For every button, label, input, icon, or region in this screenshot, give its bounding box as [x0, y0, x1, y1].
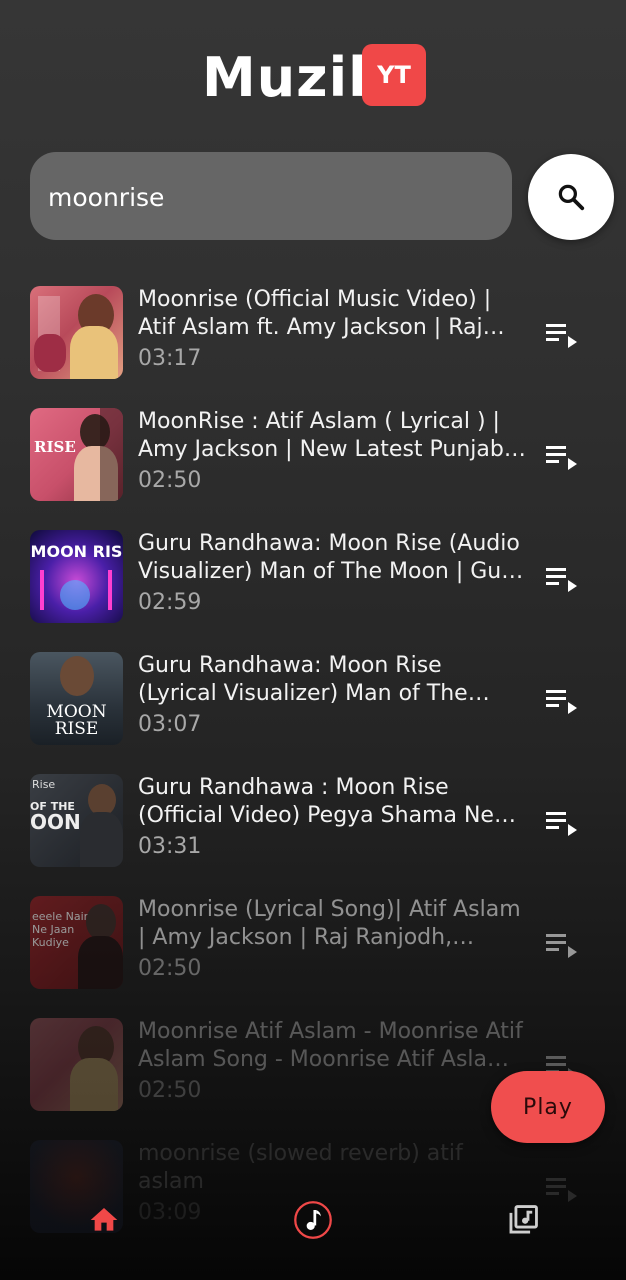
thumbnail-text: Rise: [32, 778, 56, 791]
bottom-nav: [0, 1190, 626, 1252]
thumbnail: MOON RIS: [30, 530, 123, 623]
thumbnail-text: eeele Nain: [32, 910, 91, 923]
play-button[interactable]: Play: [491, 1071, 605, 1143]
result-title: Moonrise Atif Aslam - Moonrise Atif Asla…: [138, 1019, 523, 1072]
search-box[interactable]: [30, 152, 512, 242]
result-title: Guru Randhawa: Moon Rise (Audio Visualiz…: [138, 531, 525, 584]
thumbnail-text: RISE: [54, 719, 99, 739]
result-title: Moonrise (Official Music Video) | Atif A…: [138, 287, 492, 340]
result-item[interactable]: MOON RISE Guru Randhawa: Moon Rise (Lyri…: [0, 638, 626, 760]
result-item[interactable]: eeele Nain Ne Jaan Kudiye Moonrise (Lyri…: [0, 882, 626, 1004]
result-duration: 03:07: [138, 712, 202, 737]
queue-add-icon[interactable]: [546, 444, 578, 470]
app-header: Muzik YT: [0, 40, 626, 110]
result-item[interactable]: RISE MoonRise : Atif Aslam ( Lyrical ) |…: [0, 394, 626, 516]
thumbnail-text: MOON RIS: [30, 542, 123, 561]
result-duration: 02:50: [138, 1078, 202, 1103]
queue-add-icon[interactable]: [546, 810, 578, 836]
thumbnail: Rise OF THE OON: [30, 774, 123, 867]
thumbnail-text: RISE: [34, 438, 76, 456]
library-music-icon: [509, 1205, 538, 1234]
queue-add-icon[interactable]: [546, 688, 578, 714]
result-item[interactable]: Rise OF THE OON Guru Randhawa : Moon Ris…: [0, 760, 626, 882]
thumbnail: [30, 1018, 123, 1111]
queue-add-icon[interactable]: [546, 932, 578, 958]
result-title: Moonrise (Lyrical Song)| Atif Aslam | Am…: [138, 897, 521, 950]
thumbnail: MOON RISE: [30, 652, 123, 745]
result-duration: 03:31: [138, 834, 202, 859]
result-duration: 02:50: [138, 468, 202, 493]
result-duration: 02:59: [138, 590, 202, 615]
result-title: Guru Randhawa : Moon Rise (Official Vide…: [138, 775, 494, 828]
thumbnail: RISE: [30, 408, 123, 501]
thumbnail-text: Ne Jaan: [32, 923, 75, 936]
home-icon: [90, 1208, 118, 1231]
result-title: MoonRise : Atif Aslam ( Lyrical ) | Amy …: [138, 409, 510, 462]
result-item[interactable]: MOON RIS Guru Randhawa: Moon Rise (Audio…: [0, 516, 626, 638]
thumbnail: eeele Nain Ne Jaan Kudiye: [30, 896, 123, 989]
search-input[interactable]: [46, 152, 500, 242]
search-button[interactable]: [528, 154, 614, 240]
yt-badge: YT: [362, 44, 426, 106]
result-duration: 02:50: [138, 956, 202, 981]
result-title: moonrise (slowed reverb) atif aslam: [138, 1141, 463, 1194]
nav-now-playing[interactable]: [293, 1200, 333, 1240]
music-note-icon: [294, 1201, 332, 1239]
result-title: Guru Randhawa: Moon Rise (Lyrical Visual…: [138, 653, 468, 706]
search-icon: [558, 184, 585, 211]
nav-library[interactable]: [503, 1200, 543, 1240]
result-item[interactable]: Moonrise (Official Music Video) | Atif A…: [0, 272, 626, 394]
nav-home[interactable]: [84, 1200, 124, 1240]
queue-add-icon[interactable]: [546, 566, 578, 592]
thumbnail-text: OON: [30, 810, 81, 834]
thumbnail: [30, 286, 123, 379]
result-duration: 03:17: [138, 346, 202, 371]
app-title: Muzik: [202, 46, 386, 109]
queue-add-icon[interactable]: [546, 322, 578, 348]
